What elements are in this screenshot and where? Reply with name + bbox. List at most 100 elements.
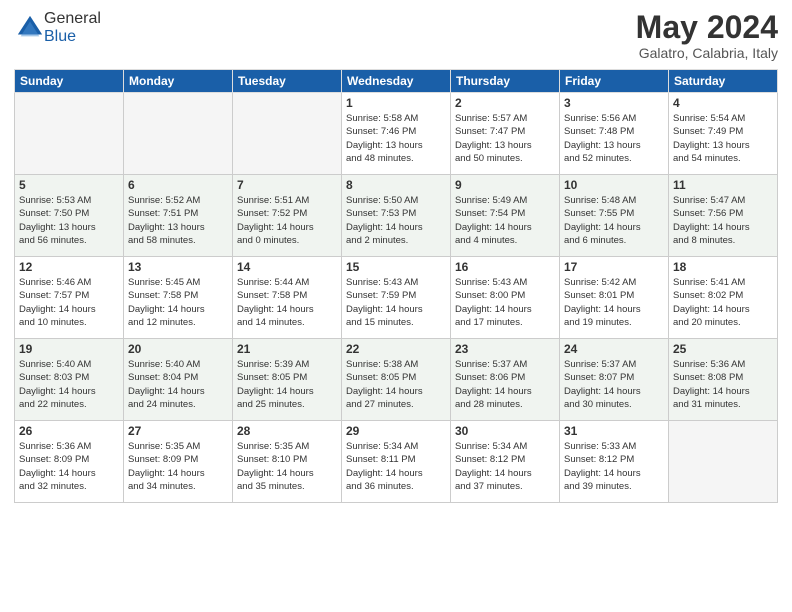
table-row: 13 Sunrise: 5:45 AMSunset: 7:58 PMDayligh…	[124, 257, 233, 339]
table-row: 4 Sunrise: 5:54 AMSunset: 7:49 PMDaylight…	[669, 93, 778, 175]
table-row: 10Sunrise: 5:48 AMSunset: 7:55 PMDayligh…	[560, 175, 669, 257]
day-number: 29	[346, 424, 446, 438]
day-info: Sunrise: 5:40 AMSunset: 8:04 PMDaylight:…	[128, 358, 228, 411]
day-info: Sunrise: 5:43 AMSunset: 7:59 PMDaylight:…	[346, 276, 446, 329]
logo: General Blue	[14, 10, 101, 46]
col-tuesday: Tuesday	[233, 70, 342, 93]
day-number: 27	[128, 424, 228, 438]
day-info: Sunrise: 5:56 AMSunset: 7:48 PMDaylight:…	[564, 112, 664, 165]
day-number: 25	[673, 342, 773, 356]
logo-blue-text: Blue	[44, 28, 76, 45]
day-number: 2	[455, 96, 555, 110]
table-row: 27 Sunrise: 5:35 AMSunset: 8:09 PMDayligh…	[124, 421, 233, 503]
col-wednesday: Wednesday	[342, 70, 451, 93]
day-info: Sunrise: 5:45 AMSunset: 7:58 PMDaylight:…	[128, 276, 228, 329]
day-number: 11	[673, 178, 773, 192]
day-number: 4	[673, 96, 773, 110]
table-row: 17Sunrise: 5:42 AMSunset: 8:01 PMDayligh…	[560, 257, 669, 339]
table-row	[15, 93, 124, 175]
table-row: 24Sunrise: 5:37 AMSunset: 8:07 PMDayligh…	[560, 339, 669, 421]
table-row: 28 Sunrise: 5:35 AMSunset: 8:10 PMDayligh…	[233, 421, 342, 503]
day-number: 6	[128, 178, 228, 192]
day-info: Sunrise: 5:36 AMSunset: 8:09 PMDaylight:…	[19, 440, 119, 493]
day-info: Sunrise: 5:47 AMSunset: 7:56 PMDaylight:…	[673, 194, 773, 247]
table-row: 21 Sunrise: 5:39 AMSunset: 8:05 PMDayligh…	[233, 339, 342, 421]
day-number: 14	[237, 260, 337, 274]
table-row: 20Sunrise: 5:40 AMSunset: 8:04 PMDayligh…	[124, 339, 233, 421]
header: General Blue May 2024 Galatro, Calabria,…	[14, 10, 778, 61]
day-number: 19	[19, 342, 119, 356]
table-row: 15 Sunrise: 5:43 AMSunset: 7:59 PMDayligh…	[342, 257, 451, 339]
day-number: 10	[564, 178, 664, 192]
logo-general-text: General	[44, 10, 101, 27]
day-number: 1	[346, 96, 446, 110]
day-number: 9	[455, 178, 555, 192]
table-row: 3 Sunrise: 5:56 AMSunset: 7:48 PMDaylight…	[560, 93, 669, 175]
day-number: 28	[237, 424, 337, 438]
day-info: Sunrise: 5:39 AMSunset: 8:05 PMDaylight:…	[237, 358, 337, 411]
table-row: 5Sunrise: 5:53 AMSunset: 7:50 PMDaylight…	[15, 175, 124, 257]
day-info: Sunrise: 5:35 AMSunset: 8:10 PMDaylight:…	[237, 440, 337, 493]
table-row: 19 Sunrise: 5:40 AMSunset: 8:03 PMDayligh…	[15, 339, 124, 421]
table-row: 25Sunrise: 5:36 AMSunset: 8:08 PMDayligh…	[669, 339, 778, 421]
day-number: 30	[455, 424, 555, 438]
day-info: Sunrise: 5:33 AMSunset: 8:12 PMDaylight:…	[564, 440, 664, 493]
col-saturday: Saturday	[669, 70, 778, 93]
day-info: Sunrise: 5:40 AMSunset: 8:03 PMDaylight:…	[19, 358, 119, 411]
table-row: 31 Sunrise: 5:33 AMSunset: 8:12 PMDayligh…	[560, 421, 669, 503]
day-number: 17	[564, 260, 664, 274]
table-row: 26 Sunrise: 5:36 AMSunset: 8:09 PMDayligh…	[15, 421, 124, 503]
table-row: 12Sunrise: 5:46 AMSunset: 7:57 PMDayligh…	[15, 257, 124, 339]
day-info: Sunrise: 5:54 AMSunset: 7:49 PMDaylight:…	[673, 112, 773, 165]
page: General Blue May 2024 Galatro, Calabria,…	[0, 0, 792, 612]
table-row	[124, 93, 233, 175]
col-thursday: Thursday	[451, 70, 560, 93]
day-info: Sunrise: 5:41 AMSunset: 8:02 PMDaylight:…	[673, 276, 773, 329]
calendar-week-row: 12Sunrise: 5:46 AMSunset: 7:57 PMDayligh…	[15, 257, 778, 339]
day-number: 5	[19, 178, 119, 192]
day-info: Sunrise: 5:43 AMSunset: 8:00 PMDaylight:…	[455, 276, 555, 329]
calendar-table: Sunday Monday Tuesday Wednesday Thursday…	[14, 69, 778, 503]
table-row: 18Sunrise: 5:41 AMSunset: 8:02 PMDayligh…	[669, 257, 778, 339]
month-title: May 2024	[636, 10, 778, 45]
calendar-week-row: 19 Sunrise: 5:40 AMSunset: 8:03 PMDayligh…	[15, 339, 778, 421]
day-number: 26	[19, 424, 119, 438]
table-row: 30 Sunrise: 5:34 AMSunset: 8:12 PMDayligh…	[451, 421, 560, 503]
table-row	[669, 421, 778, 503]
day-number: 31	[564, 424, 664, 438]
table-row: 14 Sunrise: 5:44 AMSunset: 7:58 PMDayligh…	[233, 257, 342, 339]
day-info: Sunrise: 5:34 AMSunset: 8:12 PMDaylight:…	[455, 440, 555, 493]
title-area: May 2024 Galatro, Calabria, Italy	[636, 10, 778, 61]
table-row: 2Sunrise: 5:57 AMSunset: 7:47 PMDaylight…	[451, 93, 560, 175]
table-row: 6Sunrise: 5:52 AMSunset: 7:51 PMDaylight…	[124, 175, 233, 257]
day-info: Sunrise: 5:58 AMSunset: 7:46 PMDaylight:…	[346, 112, 446, 165]
col-sunday: Sunday	[15, 70, 124, 93]
day-number: 21	[237, 342, 337, 356]
table-row: 22Sunrise: 5:38 AMSunset: 8:05 PMDayligh…	[342, 339, 451, 421]
table-row: 29 Sunrise: 5:34 AMSunset: 8:11 PMDayligh…	[342, 421, 451, 503]
table-row: 7 Sunrise: 5:51 AMSunset: 7:52 PMDaylight…	[233, 175, 342, 257]
day-number: 7	[237, 178, 337, 192]
day-info: Sunrise: 5:37 AMSunset: 8:06 PMDaylight:…	[455, 358, 555, 411]
table-row: 23 Sunrise: 5:37 AMSunset: 8:06 PMDayligh…	[451, 339, 560, 421]
logo-icon	[16, 14, 44, 42]
table-row: 16 Sunrise: 5:43 AMSunset: 8:00 PMDayligh…	[451, 257, 560, 339]
location: Galatro, Calabria, Italy	[636, 45, 778, 61]
day-number: 16	[455, 260, 555, 274]
day-number: 23	[455, 342, 555, 356]
table-row: 9Sunrise: 5:49 AMSunset: 7:54 PMDaylight…	[451, 175, 560, 257]
day-number: 3	[564, 96, 664, 110]
day-number: 15	[346, 260, 446, 274]
day-info: Sunrise: 5:34 AMSunset: 8:11 PMDaylight:…	[346, 440, 446, 493]
day-info: Sunrise: 5:51 AMSunset: 7:52 PMDaylight:…	[237, 194, 337, 247]
day-info: Sunrise: 5:44 AMSunset: 7:58 PMDaylight:…	[237, 276, 337, 329]
day-number: 13	[128, 260, 228, 274]
table-row: 1 Sunrise: 5:58 AMSunset: 7:46 PMDaylight…	[342, 93, 451, 175]
calendar-header-row: Sunday Monday Tuesday Wednesday Thursday…	[15, 70, 778, 93]
calendar-week-row: 1 Sunrise: 5:58 AMSunset: 7:46 PMDaylight…	[15, 93, 778, 175]
col-friday: Friday	[560, 70, 669, 93]
day-number: 22	[346, 342, 446, 356]
col-monday: Monday	[124, 70, 233, 93]
table-row: 8Sunrise: 5:50 AMSunset: 7:53 PMDaylight…	[342, 175, 451, 257]
day-info: Sunrise: 5:35 AMSunset: 8:09 PMDaylight:…	[128, 440, 228, 493]
